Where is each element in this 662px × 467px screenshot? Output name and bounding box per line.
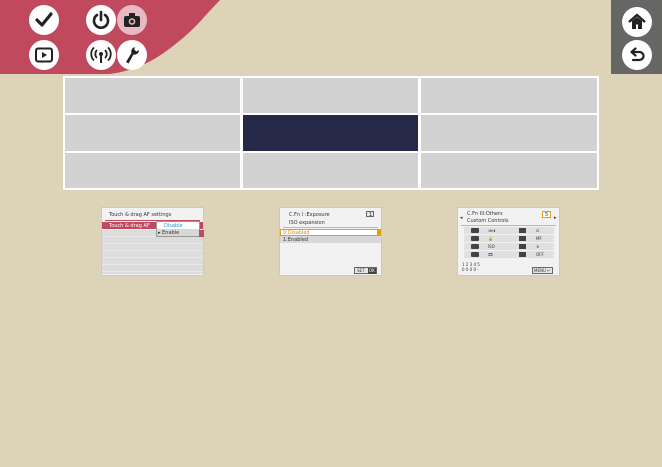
option-disabled-label: 0:Disabled bbox=[283, 229, 310, 236]
grid-cell-2-3[interactable] bbox=[421, 115, 597, 151]
value-right-2: MF bbox=[536, 235, 542, 241]
left-arrow-icon[interactable]: ◂ bbox=[460, 215, 463, 221]
wrench-icon bbox=[126, 47, 140, 64]
grid-cell-2-2-highlighted[interactable] bbox=[243, 115, 418, 151]
value-right-1: ⊡ bbox=[536, 227, 540, 233]
value-left-2: 🔒 bbox=[488, 235, 493, 241]
option-enable-label: ▸ Enable bbox=[158, 229, 180, 236]
grid-cell-1-3[interactable] bbox=[421, 78, 597, 113]
af-on-icon[interactable] bbox=[471, 236, 479, 241]
tab-playback[interactable] bbox=[29, 40, 59, 70]
grid-cell-3-2[interactable] bbox=[243, 153, 418, 188]
row-label: Touch & drag AF bbox=[109, 222, 150, 229]
option-disable-label: Disable bbox=[164, 222, 183, 229]
custom-controls-table: ⋙ℹ 🔒 ISO 🎞 ⊡ MF ↯ OFF bbox=[464, 227, 554, 260]
return-icon: ↩ bbox=[547, 268, 551, 273]
setting-name: Custom Controls bbox=[467, 218, 509, 224]
set-ok-button[interactable]: SET OK bbox=[354, 267, 377, 274]
tab-camera[interactable] bbox=[117, 5, 147, 35]
thumbnail-cfn-others: ◂ C.Fn III:Others Custom Controls 5 ▸ ⋙ℹ… bbox=[457, 207, 560, 276]
home-icon bbox=[628, 13, 646, 29]
value-left-3: ISO bbox=[488, 243, 495, 249]
ae-lock-icon[interactable] bbox=[471, 244, 479, 249]
thumbnail-title: C.Fn III:Others bbox=[467, 211, 503, 217]
value-left-1: ⋙ℹ bbox=[488, 227, 496, 233]
grid-cell-3-3[interactable] bbox=[421, 153, 597, 188]
shutter-icon[interactable] bbox=[471, 228, 479, 233]
options-popup: Disable ▸ Enable bbox=[156, 221, 200, 237]
tab-setup[interactable] bbox=[117, 40, 147, 70]
dial-icon[interactable] bbox=[519, 228, 526, 233]
value-right-4: OFF bbox=[536, 251, 544, 257]
grid-cell-2-1[interactable] bbox=[65, 115, 240, 151]
camera-icon bbox=[124, 13, 140, 27]
page-indicator: 5 bbox=[542, 211, 551, 218]
power-icon bbox=[92, 10, 110, 29]
grid-cell-1-1[interactable] bbox=[65, 78, 240, 113]
home-button[interactable] bbox=[622, 7, 652, 37]
movie-button-icon[interactable] bbox=[519, 252, 526, 257]
tab-shooting-check[interactable] bbox=[29, 5, 59, 35]
thumbnail-touch-drag-af: Touch & drag AF settings Touch & drag AF… bbox=[101, 207, 204, 276]
thumbnail-title: C.Fn I :Exposure bbox=[289, 212, 330, 218]
value-left-4: 🎞 bbox=[488, 251, 494, 257]
footer-digits: 0 0 0 0 - bbox=[462, 267, 479, 272]
setting-name: ISO expansion bbox=[289, 220, 325, 226]
value-right-3: ↯ bbox=[536, 243, 540, 249]
thumbnail-title: Touch & drag AF settings bbox=[109, 212, 172, 218]
grid-cell-3-1[interactable] bbox=[65, 153, 240, 188]
lens-ring-icon[interactable] bbox=[519, 236, 526, 241]
back-button[interactable] bbox=[622, 40, 652, 70]
check-icon bbox=[35, 12, 53, 27]
page-indicator: 1 bbox=[366, 211, 374, 218]
back-icon bbox=[630, 47, 645, 62]
navigation-bar bbox=[611, 0, 662, 74]
multi-function-icon[interactable] bbox=[519, 244, 526, 249]
function-grid bbox=[63, 76, 599, 190]
playback-icon bbox=[35, 47, 53, 63]
thumbnail-cfn-exposure: C.Fn I :Exposure 1 ISO expansion 0:Disab… bbox=[279, 207, 382, 276]
tab-wireless[interactable] bbox=[86, 40, 116, 70]
selection-marker bbox=[377, 229, 381, 236]
divider bbox=[461, 225, 556, 226]
tab-power[interactable] bbox=[86, 5, 116, 35]
menu-button[interactable]: MENU ↩ bbox=[532, 267, 553, 274]
right-arrow-icon[interactable]: ▸ bbox=[554, 215, 557, 221]
grid-cell-1-2[interactable] bbox=[243, 78, 418, 113]
option-enabled-label: 1:Enabled bbox=[283, 236, 309, 243]
divider bbox=[283, 227, 378, 228]
set-icon[interactable] bbox=[471, 252, 479, 257]
top-header bbox=[0, 0, 662, 74]
wireless-icon bbox=[90, 46, 112, 63]
scroll-marker bbox=[199, 230, 204, 237]
